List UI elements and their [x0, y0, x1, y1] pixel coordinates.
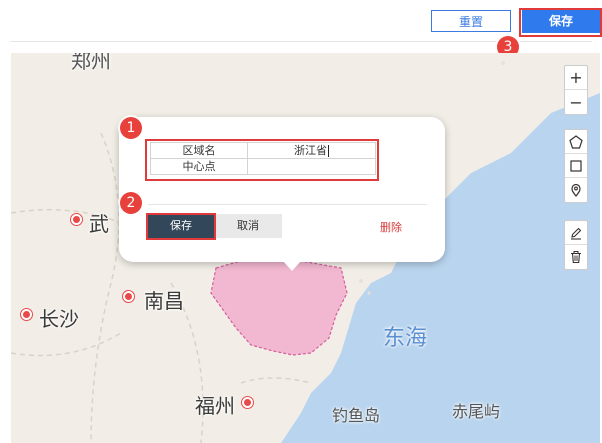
polygon-icon[interactable] — [565, 130, 587, 154]
map-label-wuhan: 武 — [89, 212, 109, 236]
save-button[interactable]: 保存 — [522, 10, 600, 33]
map-label-top-city: 郑州 — [71, 53, 111, 73]
popup-cancel-button[interactable]: 取消 — [214, 214, 282, 238]
table-row: 中心点 — [150, 158, 376, 175]
city-dot-changsha — [21, 309, 32, 320]
field-label-center-point: 中心点 — [150, 158, 248, 175]
popup-save-button[interactable]: 保存 — [148, 214, 214, 238]
popup-delete-link[interactable]: 删除 — [380, 219, 402, 235]
step-badge-1: 1 — [120, 117, 142, 139]
zoom-controls: + − — [564, 65, 588, 115]
map-label-sea: 东海 — [383, 326, 428, 351]
map-label-nanchang: 南昌 — [144, 289, 184, 313]
map-label-island-2: 赤尾屿 — [452, 402, 501, 421]
region-name-input[interactable]: 浙江省 — [247, 142, 376, 159]
table-row: 区域名 浙江省 — [150, 142, 376, 159]
popup-pointer — [283, 261, 301, 271]
field-label-region-name: 区域名 — [150, 142, 248, 159]
map-label-fuzhou: 福州 — [195, 394, 235, 418]
rectangle-icon[interactable] — [565, 154, 587, 178]
map-label-island-1: 钓鱼岛 — [332, 406, 381, 425]
zoom-in-button[interactable]: + — [565, 66, 587, 90]
trash-icon[interactable] — [565, 245, 587, 269]
reset-button[interactable]: 重置 — [431, 10, 511, 32]
step-badge-2: 2 — [120, 192, 142, 214]
region-fields-table: 区域名 浙江省 中心点 — [150, 142, 376, 175]
city-dot-nanchang — [123, 291, 134, 302]
city-dot-fuzhou — [242, 397, 253, 408]
region-name-value: 浙江省 — [294, 144, 327, 157]
text-cursor — [328, 145, 329, 157]
region-edit-popup — [119, 117, 445, 262]
zoom-out-button[interactable]: − — [565, 90, 587, 114]
center-point-input[interactable] — [247, 158, 376, 175]
popup-divider — [148, 204, 427, 205]
pencil-icon[interactable] — [565, 221, 587, 245]
marker-icon[interactable] — [565, 178, 587, 202]
map-label-changsha: 长沙 — [39, 307, 79, 331]
edit-tools — [564, 220, 588, 270]
city-dot-wuhan — [71, 214, 82, 225]
draw-tools — [564, 129, 588, 203]
